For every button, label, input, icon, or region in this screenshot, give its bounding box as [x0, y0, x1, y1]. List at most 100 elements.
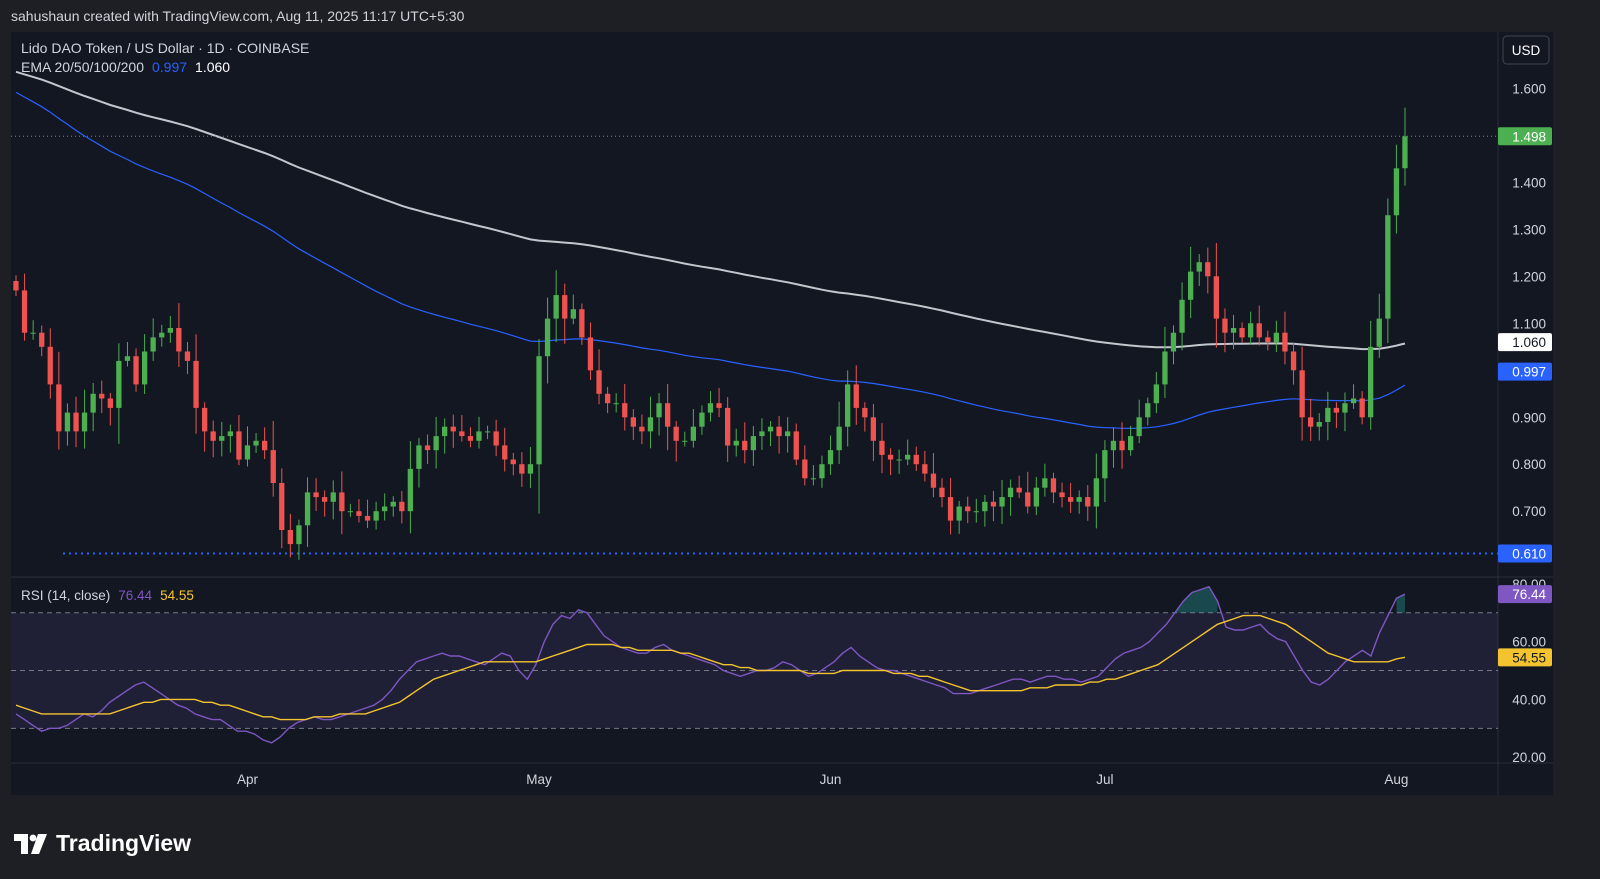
candle-body [707, 403, 714, 413]
candle-body [622, 403, 628, 418]
candle-body [296, 525, 302, 545]
candle-body [450, 426, 456, 432]
candle-body [13, 281, 19, 291]
candle-body [1342, 403, 1348, 413]
candle-body [527, 464, 534, 474]
candle-body [862, 407, 868, 418]
candle-body [442, 426, 448, 437]
time-tick-label: May [526, 772, 552, 787]
candle-body [416, 445, 422, 469]
candle-body [399, 501, 405, 512]
price-tag-label: 1.498 [1512, 129, 1546, 144]
candle-body [64, 412, 71, 432]
rsi-value-tag: 76.44 [1498, 585, 1552, 604]
price-tick-label: 1.100 [1512, 316, 1546, 331]
candle-body [1085, 497, 1091, 507]
candle-body [1119, 440, 1125, 451]
candle-body [99, 393, 105, 399]
candle-body [536, 356, 542, 465]
candle-body [699, 412, 705, 427]
candle-body [1256, 323, 1262, 338]
candle-body [1265, 337, 1271, 343]
ema-legend-label: EMA 20/50/100/200 [21, 59, 144, 75]
candle-body [519, 464, 525, 474]
candle-body [1076, 497, 1082, 502]
candle-body [1282, 332, 1288, 352]
rsi-tick-label: 20.00 [1512, 750, 1546, 765]
tradingview-logo[interactable]: TradingView [14, 830, 191, 857]
candle-body [853, 384, 859, 408]
candle-body [562, 295, 568, 319]
candle-body [142, 351, 148, 385]
candle-body [1402, 136, 1408, 169]
price-tag-label: 0.997 [1512, 365, 1546, 380]
candle-body [133, 356, 139, 385]
candle-body [579, 309, 585, 338]
candle-body [347, 511, 353, 513]
chart-title: Lido DAO Token / US Dollar · 1D · COINBA… [21, 40, 309, 56]
price-tag-label: 0.610 [1512, 547, 1546, 562]
candle-body [262, 440, 268, 451]
candle-body [510, 459, 516, 465]
candle-body [613, 403, 619, 405]
price-tick-label: 1.200 [1512, 269, 1546, 284]
candle-body [1239, 328, 1245, 338]
candle-body [913, 454, 919, 465]
rsi-ma-legend-value: 54.55 [160, 588, 194, 603]
rsi-legend-label: RSI (14, close) [21, 588, 110, 603]
candle-body [1333, 407, 1339, 413]
candle-body [47, 346, 53, 385]
price-tick-label: 0.700 [1512, 504, 1546, 519]
price-tag: 1.498 [1498, 127, 1552, 146]
candle-body [570, 309, 576, 319]
tradingview-logo-icon [14, 833, 47, 854]
ema-200-value: 1.060 [195, 59, 230, 75]
candle-body [502, 445, 508, 460]
price-tag-label: 1.060 [1512, 335, 1546, 350]
candle-body [433, 436, 439, 451]
price-tag: 0.610 [1498, 544, 1552, 563]
price-tag: 1.060 [1498, 333, 1552, 352]
candle-body [1205, 262, 1211, 277]
candle-body [236, 431, 242, 460]
candle-body [1359, 398, 1365, 418]
candle-body [373, 511, 379, 521]
trading-chart[interactable]: 1.600 1.400 1.300 1.200 1.100 0.900 0.800 0.700… [0, 0, 1600, 879]
candle-body [922, 464, 928, 474]
candle-body [1110, 440, 1117, 451]
candle-body [733, 440, 739, 446]
candle-body [665, 403, 671, 427]
candle-body [982, 501, 988, 512]
time-axis [11, 763, 1498, 795]
candle-body [596, 370, 602, 394]
rsi-legend-value: 76.44 [118, 588, 152, 603]
candle-body [819, 464, 825, 479]
candle-body [1188, 271, 1194, 300]
candle-body [930, 473, 937, 488]
candle-body [476, 431, 482, 441]
candle-body [896, 459, 902, 461]
candle-body [107, 398, 113, 408]
ema-100-value: 0.997 [152, 59, 187, 75]
candle-body [210, 431, 216, 441]
rsi-tick-label: 60.00 [1512, 635, 1546, 650]
candle-body [725, 407, 731, 446]
candle-body [1007, 487, 1014, 498]
candle-body [1393, 168, 1400, 216]
candle-body [939, 487, 945, 498]
candle-body [1213, 276, 1219, 319]
candle-body [81, 412, 88, 432]
candle-body [716, 403, 722, 408]
candle-body [459, 431, 465, 437]
candle-body [1179, 299, 1185, 333]
candle-body [802, 459, 808, 479]
candle-body [304, 492, 311, 526]
time-tick-label: Apr [237, 772, 259, 787]
candle-body [587, 337, 594, 371]
candle-body [879, 440, 885, 455]
candle-body [1145, 403, 1151, 418]
candle-body [73, 412, 79, 432]
candle-body [167, 328, 173, 333]
currency-button[interactable]: USD [1502, 35, 1550, 65]
candle-body [1325, 407, 1331, 422]
